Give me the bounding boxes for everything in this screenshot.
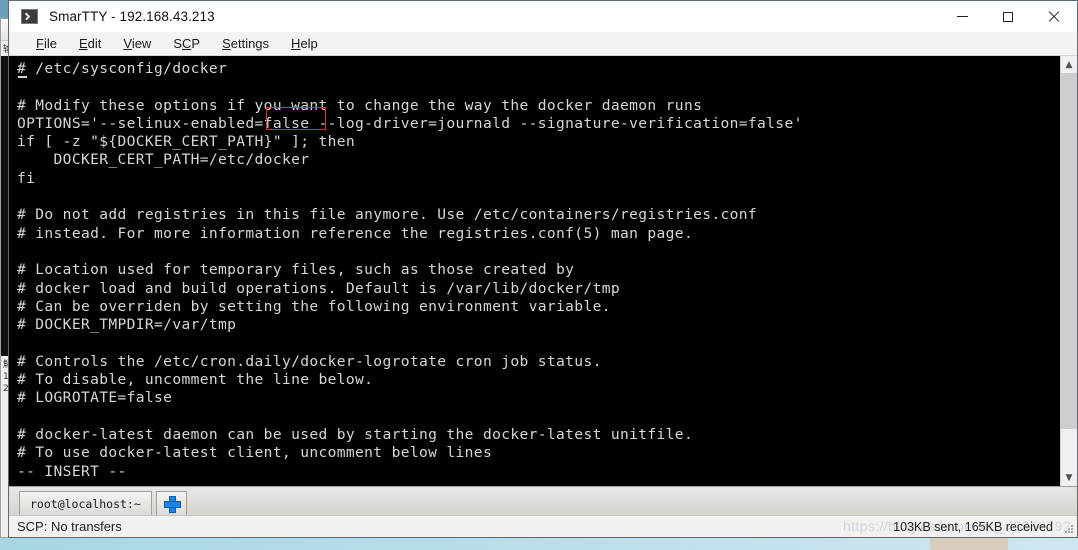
- terminal-line: fi: [17, 169, 36, 187]
- chevron-down-icon[interactable]: ▼: [1061, 469, 1077, 486]
- resize-grip[interactable]: [1065, 525, 1075, 535]
- terminal-line: # docker-latest daemon can be used by st…: [17, 425, 694, 443]
- terminal-line: # Modify these options if you want to ch…: [17, 96, 703, 114]
- scrollbar-track[interactable]: [1061, 73, 1077, 469]
- terminal-line: # docker load and build operations. Defa…: [17, 279, 620, 297]
- add-tab-button[interactable]: [155, 491, 187, 515]
- maximize-icon: [1003, 11, 1013, 22]
- grip-dot: [1065, 531, 1067, 533]
- grip-dot: [1068, 528, 1070, 530]
- status-bar: SCP: No transfers https://blog.csdn.net/…: [9, 515, 1077, 537]
- menu-item-help[interactable]: Help: [280, 34, 329, 53]
- terminal-line: # /etc/sysconfig/docker: [17, 60, 228, 77]
- terminal-lines: # /etc/sysconfig/docker # Modify these o…: [17, 60, 1060, 481]
- terminal-line: # Controls the /etc/cron.daily/docker-lo…: [17, 352, 602, 370]
- close-button[interactable]: [1031, 1, 1077, 32]
- terminal-line: DOCKER_CERT_PATH=/etc/docker: [17, 151, 310, 169]
- menu-item-view[interactable]: View: [112, 34, 162, 53]
- grip-dot: [1071, 525, 1073, 527]
- tab-root-localhost[interactable]: root@localhost:~: [19, 491, 152, 515]
- terminal-line: if [ -z "${DOCKER_CERT_PATH}" ]; then: [17, 133, 356, 151]
- grip-dot: [1071, 531, 1073, 533]
- menu-item-edit[interactable]: Edit: [68, 34, 112, 53]
- plus-icon: [163, 496, 181, 513]
- smartty-window: SmarTTY - 192.168.43.213 File Edit View …: [8, 0, 1078, 538]
- menu-item-settings[interactable]: Settings: [211, 34, 280, 53]
- menu-item-scp[interactable]: SCP: [162, 34, 211, 53]
- scrollbar-thumb[interactable]: [1061, 73, 1077, 430]
- title-bar[interactable]: SmarTTY - 192.168.43.213: [9, 1, 1077, 32]
- terminal-line: OPTIONS='--selinux-enabled=false --log-d…: [17, 114, 803, 132]
- transfer-status: 103KB sent, 165KB received: [893, 519, 1053, 534]
- terminal-output[interactable]: # /etc/sysconfig/docker # Modify these o…: [9, 56, 1060, 486]
- terminal-line: # DOCKER_TMPDIR=/var/tmp: [17, 316, 237, 334]
- close-icon: [1048, 11, 1060, 23]
- scp-status: SCP: No transfers: [17, 519, 122, 534]
- window-title: SmarTTY - 192.168.43.213: [49, 9, 215, 24]
- terminal-area: # /etc/sysconfig/docker # Modify these o…: [9, 56, 1077, 486]
- grip-dot: [1071, 528, 1073, 530]
- menu-item-file[interactable]: File: [25, 34, 68, 53]
- menu-bar: File Edit View SCP Settings Help: [9, 32, 1077, 56]
- tab-strip: root@localhost:~: [9, 486, 1077, 515]
- terminal-line: # Do not add registries in this file any…: [17, 206, 758, 224]
- minimize-icon: [956, 16, 968, 17]
- terminal-line: # Location used for temporary files, suc…: [17, 261, 575, 279]
- chevron-up-icon[interactable]: ▲: [1061, 56, 1077, 73]
- terminal-line: # Can be overriden by setting the follow…: [17, 297, 611, 315]
- terminal-icon: [21, 9, 38, 24]
- window-controls: [939, 1, 1077, 32]
- terminal-line: -- INSERT --: [17, 462, 127, 480]
- grip-dot: [1068, 531, 1070, 533]
- terminal-line: # To disable, uncomment the line below.: [17, 371, 374, 389]
- terminal-line: # instead. For more information referenc…: [17, 224, 694, 242]
- minimize-button[interactable]: [939, 1, 985, 32]
- terminal-line: # LOGROTATE=false: [17, 389, 173, 407]
- terminal-cursor: [18, 76, 27, 78]
- terminal-line: # To use docker-latest client, uncomment…: [17, 444, 493, 462]
- maximize-button[interactable]: [985, 1, 1031, 32]
- vertical-scrollbar[interactable]: ▲ ▼: [1060, 56, 1077, 486]
- tab-label: root@localhost:~: [30, 496, 141, 511]
